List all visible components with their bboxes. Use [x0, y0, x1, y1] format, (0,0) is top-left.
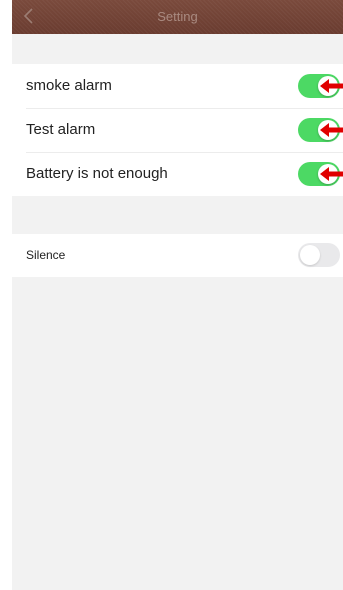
- setting-label: Silence: [26, 248, 66, 262]
- red-arrow-icon: [320, 167, 343, 181]
- silence-toggle[interactable]: [298, 243, 340, 267]
- setting-row-test-alarm: Test alarm: [12, 108, 343, 152]
- nav-bar: Setting: [12, 0, 343, 34]
- settings-screen: Setting smoke alarm Test alarm Battery i…: [12, 0, 343, 590]
- silence-settings-group: Silence: [12, 234, 343, 277]
- setting-row-silence: Silence: [12, 234, 343, 277]
- alarm-settings-group: smoke alarm Test alarm Battery is not en…: [12, 64, 343, 196]
- setting-label: smoke alarm: [26, 77, 112, 94]
- setting-row-smoke-alarm: smoke alarm: [12, 64, 343, 108]
- toggle-knob: [300, 245, 320, 265]
- red-arrow-icon: [320, 123, 343, 137]
- setting-label: Test alarm: [26, 121, 96, 138]
- red-arrow-icon: [320, 79, 343, 93]
- setting-label: Battery is not enough: [26, 165, 168, 182]
- setting-row-battery: Battery is not enough: [12, 152, 343, 196]
- page-title: Setting: [157, 9, 198, 24]
